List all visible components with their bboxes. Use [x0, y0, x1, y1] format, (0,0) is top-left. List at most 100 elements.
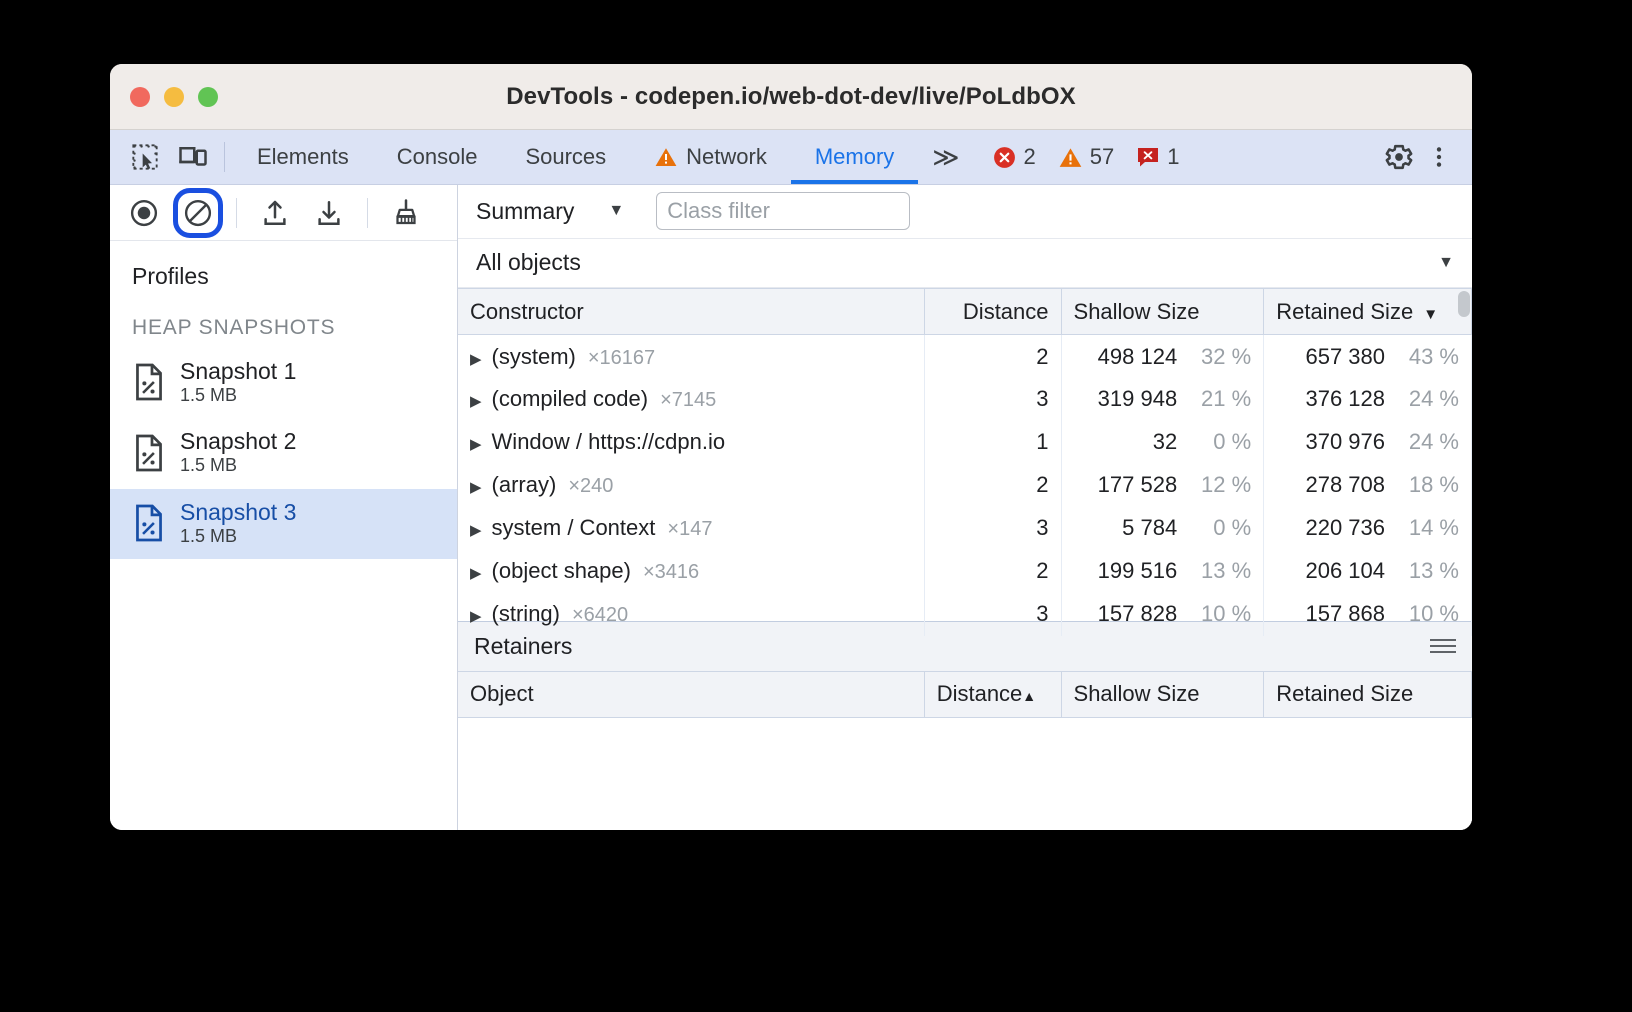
constructor-count: ×6420: [572, 604, 628, 626]
cell-constructor: ▶ Window / https://cdpn.io: [458, 421, 924, 464]
shallow-size-value: 32: [1153, 429, 1177, 454]
snapshot-item-2[interactable]: Snapshot 2 1.5 MB: [110, 418, 457, 488]
clear-all-profiles-icon[interactable]: [178, 193, 218, 233]
retainers-title: Retainers: [474, 633, 572, 660]
kebab-menu-icon[interactable]: [1422, 140, 1456, 174]
record-heap-snapshot-icon[interactable]: [124, 193, 164, 233]
cell-constructor: ▶(string)×6420: [458, 593, 924, 636]
table-row[interactable]: ▶(compiled code)×7145 3 319 94821 % 376 …: [458, 378, 1472, 421]
snapshot-item-3[interactable]: Snapshot 3 1.5 MB: [110, 489, 457, 559]
retained-size-percent: 24 %: [1385, 429, 1459, 455]
retained-size-value: 157 868: [1305, 601, 1385, 626]
tab-elements[interactable]: Elements: [233, 130, 373, 184]
issue-badge-icon: [1136, 145, 1160, 169]
gear-icon[interactable]: [1382, 140, 1416, 174]
minimize-window-button[interactable]: [164, 87, 184, 107]
cell-retained-size: 657 38043 %: [1264, 335, 1472, 378]
tab-network-label: Network: [686, 144, 767, 170]
save-profile-icon[interactable]: [309, 193, 349, 233]
table-row[interactable]: ▶(array)×240 2 177 52812 % 278 70818 %: [458, 464, 1472, 507]
error-counter[interactable]: 2: [984, 144, 1044, 170]
maximize-window-button[interactable]: [198, 87, 218, 107]
hamburger-menu-icon[interactable]: [1430, 639, 1456, 653]
snapshot-item-1[interactable]: Snapshot 1 1.5 MB: [110, 348, 457, 418]
table-row[interactable]: ▶(system)×16167 2 498 12432 % 657 38043 …: [458, 335, 1472, 378]
collect-garbage-broom-icon[interactable]: [386, 193, 426, 233]
warning-counter[interactable]: 57: [1050, 144, 1122, 170]
shallow-size-percent: 0 %: [1177, 429, 1251, 455]
sort-asc-arrow-icon: ▲: [1022, 688, 1036, 704]
view-mode-dropdown[interactable]: Summary ▼: [476, 198, 634, 225]
table-row[interactable]: ▶(string)×6420 3 157 82810 % 157 86810 %: [458, 593, 1472, 636]
constructor-count: ×3416: [643, 561, 699, 583]
column-header-retained-size[interactable]: Retained Size: [1264, 672, 1472, 718]
tab-elements-label: Elements: [257, 144, 349, 170]
cell-retained-size: 370 97624 %: [1264, 421, 1472, 464]
objects-scope-dropdown[interactable]: All objects ▼: [458, 239, 1472, 289]
cell-distance: 1: [924, 421, 1061, 464]
expand-triangle-icon[interactable]: ▶: [470, 392, 482, 410]
table-row[interactable]: ▶(object shape)×3416 2 199 51613 % 206 1…: [458, 550, 1472, 593]
issue-count: 1: [1167, 144, 1179, 170]
constructor-name: system / Context: [492, 515, 656, 540]
retainers-header-row: Object Distance▲ Shallow Size Retained S…: [458, 672, 1472, 718]
issue-counter[interactable]: 1: [1128, 144, 1187, 170]
devtools-window: DevTools - codepen.io/web-dot-dev/live/P…: [110, 64, 1472, 830]
scrollbar-thumb[interactable]: [1458, 291, 1470, 317]
retained-size-percent: 10 %: [1385, 601, 1459, 627]
class-filter-input[interactable]: [656, 192, 910, 230]
tab-network[interactable]: Network: [630, 130, 791, 184]
snapshot-document-icon: [132, 504, 166, 542]
snapshot-size: 1.5 MB: [180, 385, 296, 406]
more-tabs-chevron-icon[interactable]: ≫: [918, 130, 973, 184]
expand-triangle-icon[interactable]: ▶: [470, 521, 482, 539]
devtools-tabstrip: Elements Console Sources Network Memory …: [110, 130, 1472, 185]
device-toolbar-icon[interactable]: [176, 140, 210, 174]
snapshot-size: 1.5 MB: [180, 526, 296, 547]
column-header-shallow-size[interactable]: Shallow Size: [1061, 289, 1264, 335]
tab-sources[interactable]: Sources: [501, 130, 630, 184]
expand-triangle-icon[interactable]: ▶: [470, 564, 482, 582]
tab-console[interactable]: Console: [373, 130, 502, 184]
constructor-count: ×16167: [588, 347, 655, 369]
tab-memory[interactable]: Memory: [791, 130, 918, 184]
retained-size-value: 220 736: [1305, 515, 1385, 540]
expand-triangle-icon[interactable]: ▶: [470, 607, 482, 625]
constructor-count: ×147: [667, 518, 712, 540]
expand-triangle-icon[interactable]: ▶: [470, 350, 482, 368]
table-row[interactable]: ▶system / Context×147 3 5 7840 % 220 736…: [458, 507, 1472, 550]
view-mode-label: Summary: [476, 198, 574, 225]
column-header-constructor[interactable]: Constructor: [458, 289, 924, 335]
memory-toolbar: Summary ▼: [458, 185, 1472, 239]
cell-retained-size: 278 70818 %: [1264, 464, 1472, 507]
table-row[interactable]: ▶ Window / https://cdpn.io 1 320 % 370 97…: [458, 421, 1472, 464]
tabstrip-divider: [224, 142, 225, 172]
retained-size-percent: 18 %: [1385, 472, 1459, 498]
expand-triangle-icon[interactable]: ▶: [470, 435, 482, 453]
heap-snapshots-group-label: HEAP SNAPSHOTS: [110, 290, 457, 348]
shallow-size-percent: 10 %: [1177, 601, 1251, 627]
snapshot-name: Snapshot 1: [180, 358, 296, 385]
expand-triangle-icon[interactable]: ▶: [470, 478, 482, 496]
toolbar-divider: [236, 198, 237, 228]
constructor-name: Window / https://cdpn.io: [492, 429, 726, 454]
shallow-size-value: 157 828: [1098, 601, 1178, 626]
column-header-distance[interactable]: Distance▲: [924, 672, 1061, 718]
memory-main-panel: Summary ▼ All objects ▼ Constructor: [458, 185, 1472, 830]
grid-vertical-scrollbar[interactable]: [1458, 291, 1470, 620]
sort-desc-arrow-icon: ▼: [1423, 306, 1438, 323]
cell-distance: 3: [924, 378, 1061, 421]
column-header-shallow-size[interactable]: Shallow Size: [1061, 672, 1264, 718]
window-titlebar: DevTools - codepen.io/web-dot-dev/live/P…: [110, 64, 1472, 130]
shallow-size-value: 5 784: [1122, 515, 1177, 540]
column-header-distance[interactable]: Distance: [924, 289, 1061, 335]
tab-memory-label: Memory: [815, 144, 894, 170]
column-header-retained-size[interactable]: Retained Size▼: [1264, 289, 1472, 335]
shallow-size-value: 199 516: [1098, 558, 1178, 583]
column-header-object[interactable]: Object: [458, 672, 924, 718]
cell-distance: 2: [924, 464, 1061, 507]
close-window-button[interactable]: [130, 87, 150, 107]
inspect-element-icon[interactable]: [128, 140, 162, 174]
load-profile-icon[interactable]: [255, 193, 295, 233]
cell-distance: 2: [924, 335, 1061, 378]
